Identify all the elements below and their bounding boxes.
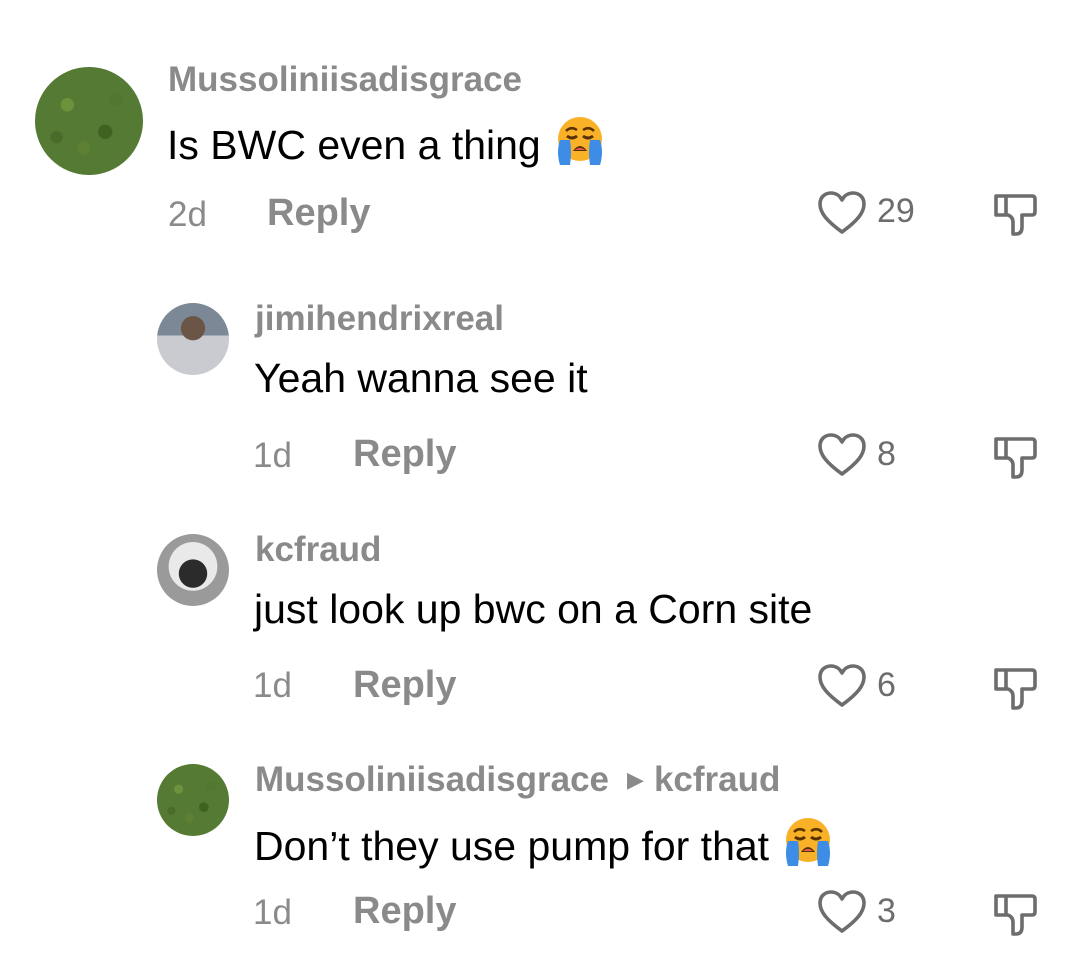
heart-outline-icon[interactable] <box>817 889 867 935</box>
thumbs-down-icon[interactable] <box>992 892 1038 938</box>
loudly-crying-face-icon <box>781 816 835 868</box>
comment-text: Don’t they use pump for that <box>254 816 835 870</box>
avatar[interactable] <box>157 764 229 836</box>
reply-button[interactable]: Reply <box>353 890 456 933</box>
triangle-right-icon: ▶ <box>627 767 644 792</box>
like-count: 3 <box>877 892 896 930</box>
reply-comment-item: Mussoliniisadisgrace ▶ kcfraud Don’t they … <box>0 0 1080 974</box>
reply-to-username[interactable]: kcfraud <box>654 760 780 799</box>
comment-timestamp: 1d <box>253 893 292 932</box>
comment-username-author[interactable]: Mussoliniisadisgrace <box>255 760 609 799</box>
comment-username: Mussoliniisadisgrace ▶ kcfraud <box>255 760 780 800</box>
